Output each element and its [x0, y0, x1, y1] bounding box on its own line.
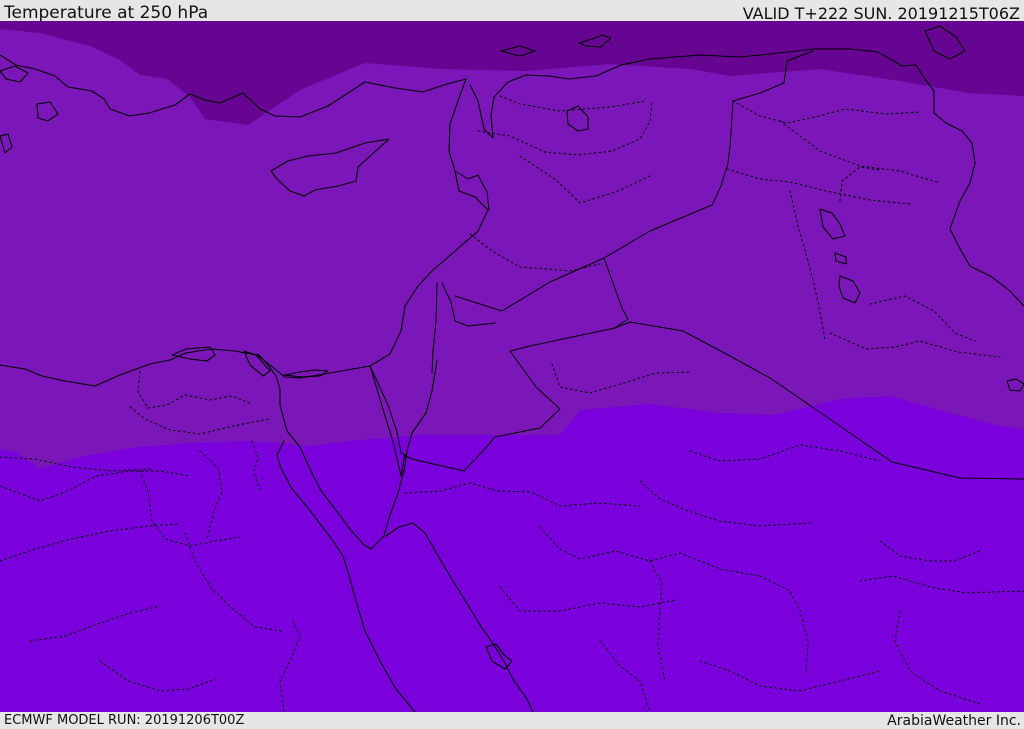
footer-bar: ECMWF MODEL RUN: 20191206T00Z ArabiaWeat… — [0, 712, 1024, 729]
weather-map-page: Temperature at 250 hPa VALID T+222 SUN. … — [0, 0, 1024, 729]
valid-time: VALID T+222 SUN. 20191215T06Z — [742, 4, 1020, 21]
temperature-map — [0, 21, 1024, 712]
map-canvas — [0, 21, 1024, 712]
map-title: Temperature at 250 hPa — [4, 3, 209, 21]
credit-text: ArabiaWeather Inc. — [887, 713, 1021, 729]
model-run-info: ECMWF MODEL RUN: 20191206T00Z — [4, 713, 245, 728]
header-bar: Temperature at 250 hPa VALID T+222 SUN. … — [0, 0, 1024, 21]
